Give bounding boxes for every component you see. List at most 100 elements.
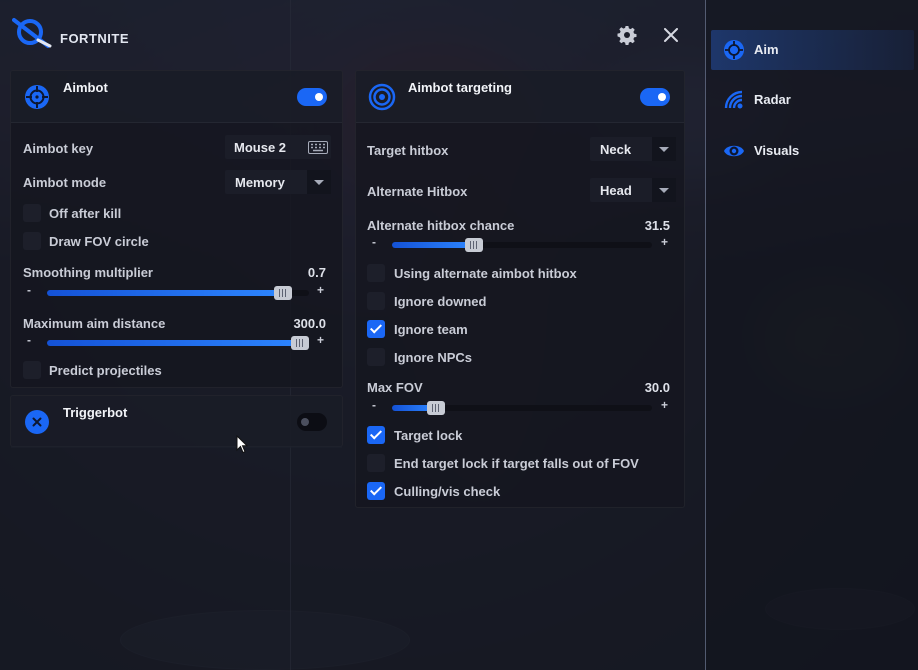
slider-track[interactable] (392, 401, 652, 415)
ignore-team-checkbox[interactable] (367, 320, 385, 338)
aimbot-mode-dropdown[interactable]: Memory (225, 170, 331, 194)
alt-chance-value: 31.5 (644, 218, 670, 233)
keyboard-icon (308, 141, 328, 154)
slider-thumb[interactable] (274, 286, 292, 300)
aimbot-key-button[interactable]: Mouse 2 (225, 135, 331, 159)
slider-track[interactable] (47, 286, 309, 300)
smoothing-value: 0.7 (307, 265, 326, 280)
target-hitbox-label: Target hitbox (367, 143, 449, 158)
culling-checkbox[interactable] (367, 482, 385, 500)
sidebar-item-visuals[interactable]: Visuals (711, 131, 914, 171)
cheat-menu-panel: FORTNITE Aimbot Aimbot key Mouse 2 Aimbo… (0, 0, 918, 670)
predict-projectiles-checkbox[interactable] (23, 361, 41, 379)
end-target-lock-label: End target lock if target falls out of F… (394, 456, 639, 471)
chevron-down-icon (652, 137, 676, 161)
ignore-downed-checkbox[interactable] (367, 292, 385, 310)
max-distance-slider[interactable]: - + (27, 333, 327, 350)
logo-icon (12, 18, 52, 48)
aimbot-mode-label: Aimbot mode (23, 175, 107, 190)
targeting-toggle[interactable] (640, 88, 670, 106)
max-fov-label: Max FOV (367, 380, 423, 395)
targeting-card-header: Aimbot targeting (356, 71, 684, 123)
alt-chance-label: Alternate hitbox chance (367, 218, 515, 233)
sidebar-item-radar[interactable]: Radar (711, 80, 914, 120)
smoothing-slider[interactable]: - + (27, 283, 327, 300)
slider-fill (47, 290, 283, 296)
ignore-downed-label: Ignore downed (394, 294, 487, 309)
aimbot-card: Aimbot Aimbot key Mouse 2 Aimbot mode Me… (10, 70, 343, 388)
triggerbot-title: Triggerbot (63, 405, 128, 420)
off-after-kill-checkbox[interactable] (23, 204, 41, 222)
aimbot-toggle[interactable] (297, 88, 327, 106)
slider-plus[interactable]: + (317, 333, 324, 347)
logo: FORTNITE (12, 16, 129, 50)
chevron-down-icon (307, 170, 331, 194)
slider-fill (47, 340, 309, 346)
slider-plus[interactable]: + (661, 235, 668, 249)
using-alternate-checkbox[interactable] (367, 264, 385, 282)
aimbot-mode-value: Memory (235, 175, 285, 190)
aimbot-card-header: Aimbot (11, 71, 342, 123)
ignore-npcs-label: Ignore NPCs (394, 350, 473, 365)
slider-plus[interactable]: + (317, 283, 324, 297)
slider-track[interactable] (47, 336, 309, 350)
alternate-hitbox-dropdown[interactable]: Head (590, 178, 676, 202)
max-fov-slider[interactable]: - + (372, 398, 672, 415)
target-lock-label: Target lock (394, 428, 463, 443)
alt-chance-slider[interactable]: - + (372, 235, 672, 252)
end-target-lock-checkbox[interactable] (367, 454, 385, 472)
radar-icon (724, 90, 743, 109)
using-alternate-label: Using alternate aimbot hitbox (394, 266, 577, 281)
sidebar-item-label: Visuals (754, 143, 800, 158)
slider-thumb[interactable] (465, 238, 483, 252)
chevron-down-icon (652, 178, 676, 202)
target-rings-icon (368, 83, 396, 111)
slider-minus[interactable]: - (372, 398, 376, 412)
gear-icon (617, 26, 637, 45)
ignore-team-label: Ignore team (394, 322, 468, 337)
sidebar: Aim Radar Visuals (705, 0, 918, 670)
mouse-cursor (236, 435, 248, 454)
max-distance-value: 300.0 (293, 316, 326, 331)
slider-thumb[interactable] (291, 336, 309, 350)
sidebar-item-aim[interactable]: Aim (711, 30, 914, 70)
ignore-npcs-checkbox[interactable] (367, 348, 385, 366)
max-fov-value: 30.0 (644, 380, 670, 395)
crosshair-icon (25, 85, 49, 109)
target-hitbox-dropdown[interactable]: Neck (590, 137, 676, 161)
settings-button[interactable] (614, 22, 640, 48)
aimbot-key-label: Aimbot key (23, 141, 94, 156)
slider-minus[interactable]: - (27, 283, 31, 297)
sidebar-item-label: Radar (754, 92, 791, 107)
slider-thumb[interactable] (427, 401, 445, 415)
close-icon (664, 28, 678, 42)
max-distance-label: Maximum aim distance (23, 316, 166, 331)
target-hitbox-value: Neck (600, 142, 632, 157)
crosshair-icon (724, 40, 744, 60)
close-button[interactable] (658, 22, 684, 48)
top-bar: FORTNITE (0, 0, 705, 70)
targeting-title: Aimbot targeting (408, 80, 512, 95)
draw-fov-circle-label: Draw FOV circle (49, 234, 149, 249)
eye-icon (724, 145, 744, 157)
culling-label: Culling/vis check (394, 484, 501, 499)
aimbot-targeting-card: Aimbot targeting Target hitbox Neck Alte… (355, 70, 685, 508)
slider-plus[interactable]: + (661, 398, 668, 412)
draw-fov-circle-checkbox[interactable] (23, 232, 41, 250)
smoothing-label: Smoothing multiplier (23, 265, 153, 280)
alternate-hitbox-label: Alternate Hitbox (367, 184, 468, 199)
aimbot-key-value: Mouse 2 (234, 140, 287, 155)
slider-minus[interactable]: - (27, 333, 31, 347)
aimbot-title: Aimbot (63, 80, 108, 95)
sidebar-item-label: Aim (754, 42, 779, 57)
slider-track[interactable] (392, 238, 652, 252)
triggerbot-toggle[interactable] (297, 413, 327, 431)
triggerbot-card: Triggerbot (10, 395, 343, 448)
target-lock-checkbox[interactable] (367, 426, 385, 444)
off-after-kill-label: Off after kill (49, 206, 122, 221)
logo-text: FORTNITE (60, 30, 129, 46)
triggerbot-card-header: Triggerbot (11, 396, 342, 448)
slider-fill (392, 242, 474, 248)
slider-minus[interactable]: - (372, 235, 376, 249)
alternate-hitbox-value: Head (600, 183, 632, 198)
